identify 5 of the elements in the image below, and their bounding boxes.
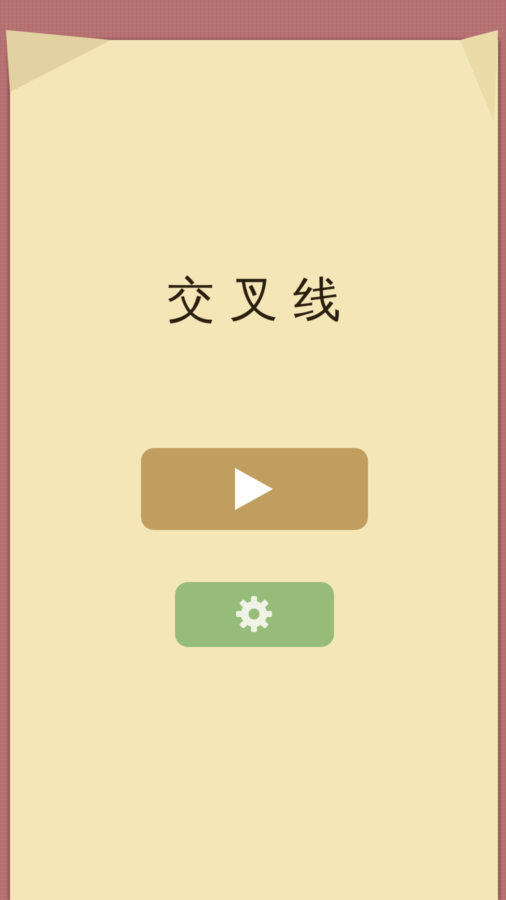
play-icon	[235, 468, 273, 510]
play-button[interactable]	[140, 448, 368, 530]
settings-button[interactable]	[174, 582, 334, 647]
settings-icon	[235, 595, 273, 634]
game-title: 交叉线	[166, 272, 356, 330]
